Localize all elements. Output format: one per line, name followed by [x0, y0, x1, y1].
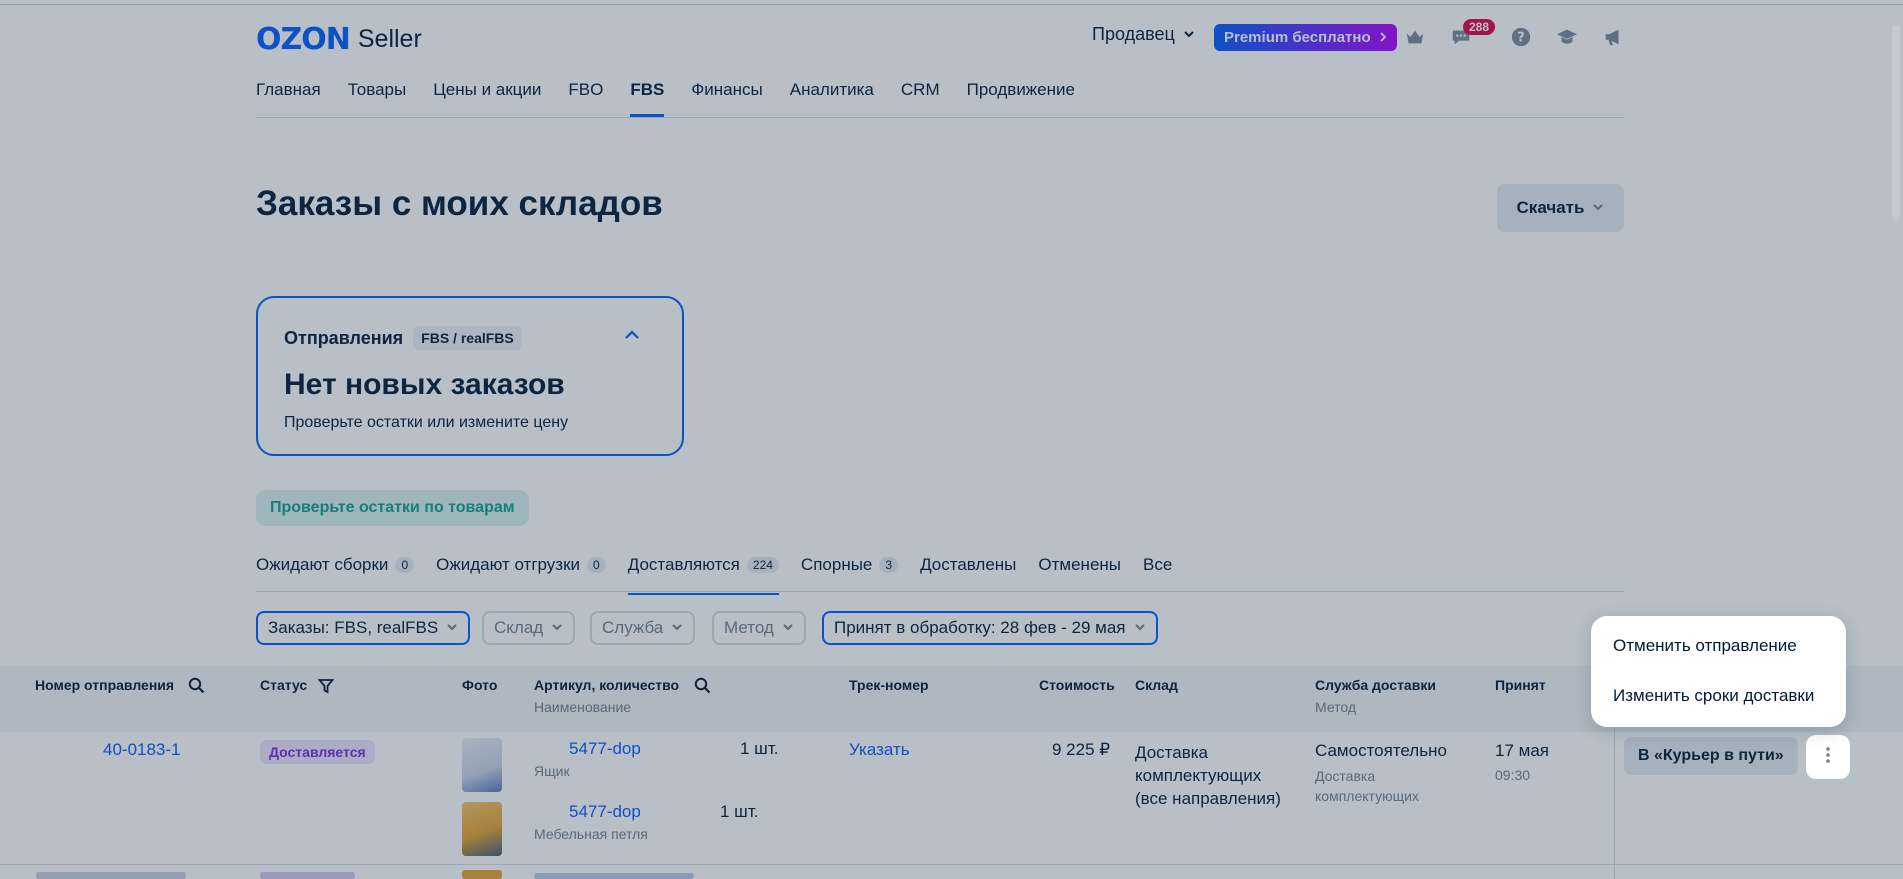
modal-overlay[interactable] [0, 0, 1903, 879]
change-delivery-dates-menu-item[interactable]: Изменить сроки доставки [1601, 672, 1836, 720]
scrollbar-thumb[interactable] [1892, 25, 1900, 221]
row-context-menu: Отменить отправление Изменить сроки дост… [1591, 616, 1846, 727]
more-actions-button[interactable] [1806, 735, 1850, 779]
more-vertical-icon [1825, 746, 1831, 769]
cancel-shipment-menu-item[interactable]: Отменить отправление [1613, 636, 1797, 656]
